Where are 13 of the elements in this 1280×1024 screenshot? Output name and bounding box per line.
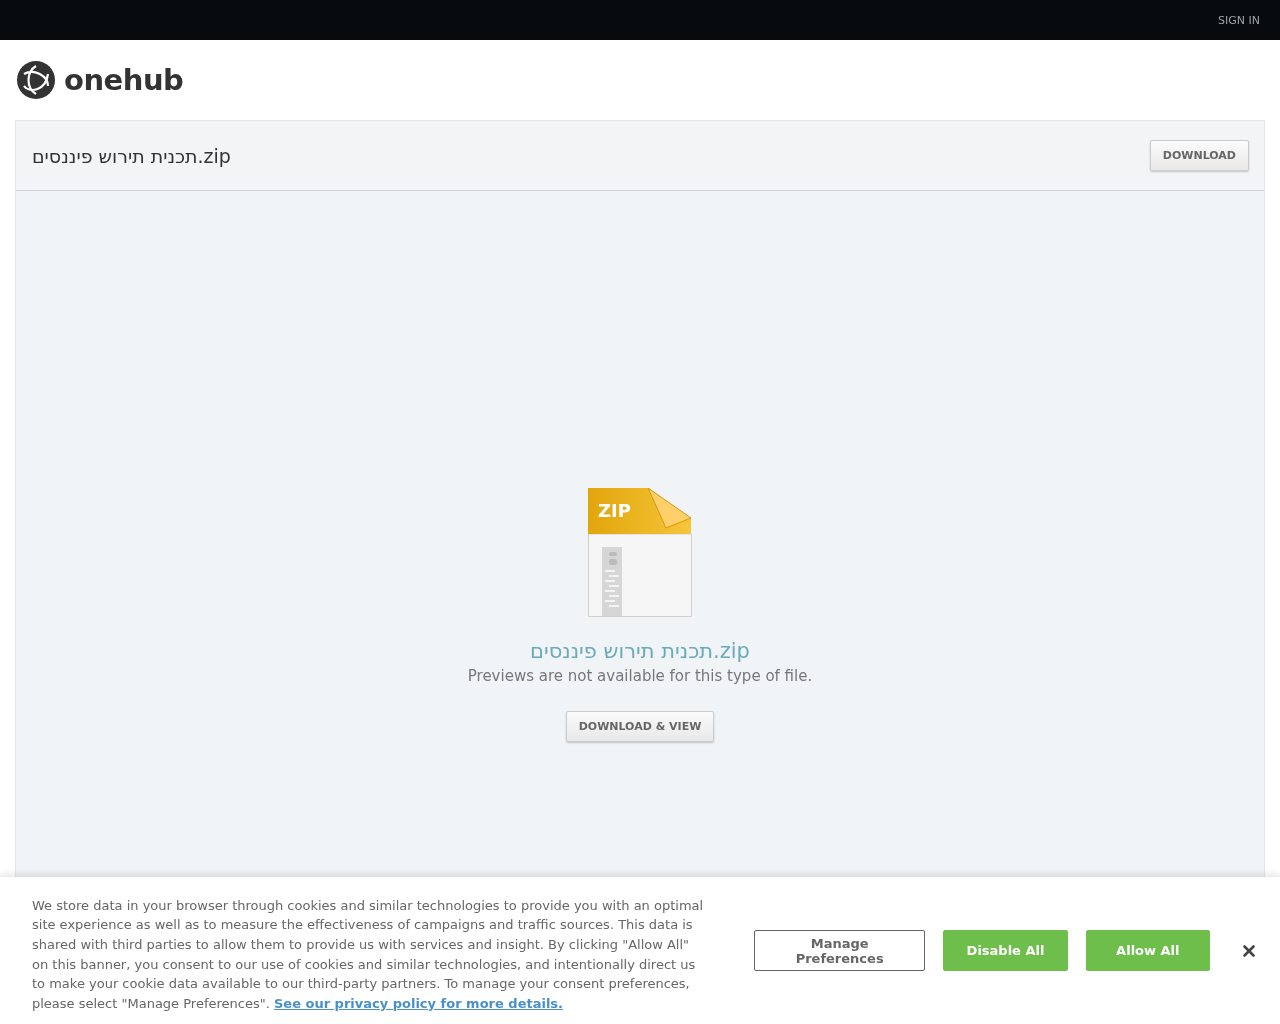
file-name: תכנית תירוש פיננסים.zip: [530, 639, 750, 663]
file-title: תכנית תירוש פיננסים.zip: [32, 144, 231, 167]
cookie-consent-button[interactable]: Manage Preferences: [753, 930, 926, 971]
preview-message: Previews are not available for this type of file.: [467, 667, 813, 685]
zip-file-icon: [588, 488, 692, 617]
logo-text: onehub: [64, 63, 184, 97]
download-button[interactable]: DOWNLOAD: [1149, 140, 1249, 171]
download-view-button[interactable]: DOWNLOAD & VIEW: [565, 711, 715, 742]
privacy-policy-link[interactable]: See our privacy policy for more details.: [273, 995, 564, 1011]
logo-icon: [16, 60, 56, 100]
cookie-notice-text: We store data in your browser through cookies and similar technologies to provide you with an optimal site experience as well as to measure the effectiveness of campaigns and traffic sources. This data is shared with third parties to allow them to provide us with services and insight. By clicking "Allow All" on this banner, you consent to our use of cookies and similar technologies, and intentionally direct us to make your cookie data available to our third-party partners. To manage your consent preferences, please select "Manage Preferences". See our privacy policy for more details.: [32, 896, 705, 1013]
sign-in-link[interactable]: SIGN IN: [1218, 13, 1260, 27]
file-type-label: ZIP: [598, 500, 631, 521]
